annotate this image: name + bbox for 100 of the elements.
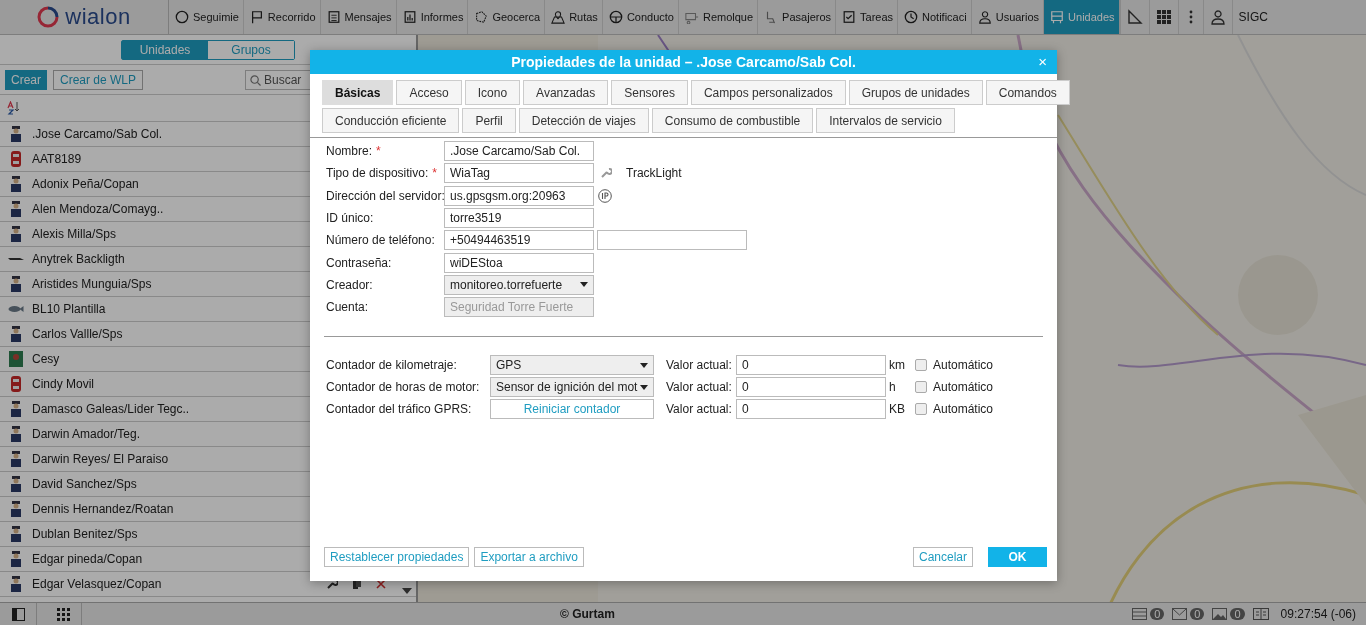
car-icon xyxy=(8,375,24,393)
dialog-tab[interactable]: Comandos xyxy=(985,80,1070,105)
nav-icon xyxy=(175,10,189,24)
dialog-tab[interactable]: Conducción eficiente xyxy=(322,108,460,133)
person-icon xyxy=(8,125,24,143)
count-badge: 0 xyxy=(1150,608,1165,620)
checkbox-label: Automático xyxy=(933,380,994,395)
dialog-tab[interactable]: Intervalos de servicio xyxy=(816,108,955,133)
device-type-text: TrackLight xyxy=(626,166,682,181)
input-field[interactable]: wiDEStoa xyxy=(444,252,594,273)
caret-icon xyxy=(580,282,588,288)
dialog-tab[interactable]: Sensores xyxy=(611,80,688,105)
dialog-tab[interactable]: Avanzadas xyxy=(523,80,609,105)
log-icon[interactable] xyxy=(1252,608,1269,620)
database-icon[interactable] xyxy=(1132,608,1148,620)
dialog-tab[interactable]: Perfil xyxy=(462,108,516,133)
user-name[interactable]: SIGC xyxy=(1231,0,1274,34)
sort-icon[interactable] xyxy=(7,101,21,115)
search-icon xyxy=(250,74,261,86)
nav-icon xyxy=(842,10,857,24)
counter-select[interactable]: Sensor de ignición del mot xyxy=(490,377,654,398)
delete-icon[interactable] xyxy=(376,579,386,589)
unit-label: h xyxy=(889,380,897,395)
input-field[interactable]: torre3519 xyxy=(444,208,594,229)
nav-tab[interactable]: Pasajeros xyxy=(758,0,837,34)
wrench-icon[interactable] xyxy=(326,578,338,590)
count-badge: 0 xyxy=(1190,608,1205,620)
checkbox[interactable] xyxy=(915,381,927,394)
ip-icon[interactable] xyxy=(598,188,612,203)
dialog-title: Propiedades de la unidad – .Jose Carcamo/Sab Col. xyxy=(511,54,856,70)
nav-tab[interactable]: Recorrido xyxy=(243,0,321,34)
value-label: Valor actual: xyxy=(666,358,733,373)
nav-tab[interactable]: Informes xyxy=(396,0,469,34)
input-field[interactable]: 0 xyxy=(736,399,886,420)
input-field[interactable]: 0 xyxy=(736,355,886,376)
nav-tab[interactable]: Conducto xyxy=(602,0,679,34)
dialog-tab[interactable]: Acceso xyxy=(396,80,462,105)
nav-icon xyxy=(249,10,264,24)
nav-tab[interactable]: Seguimie xyxy=(169,0,244,34)
nav-icon xyxy=(977,10,992,24)
field-label: Nombre: xyxy=(326,144,372,159)
input-field[interactable] xyxy=(597,230,747,251)
input-field[interactable]: WiaTag xyxy=(444,163,594,184)
nav-icon xyxy=(474,10,489,24)
person-icon xyxy=(8,475,24,493)
checkbox[interactable] xyxy=(915,403,927,416)
required-mark: * xyxy=(432,166,437,181)
dialog-tab[interactable]: Detección de viajes xyxy=(518,108,649,133)
caret-icon[interactable] xyxy=(402,588,412,594)
unit-label: KB xyxy=(889,402,906,417)
person-icon xyxy=(8,200,24,218)
nav-tab[interactable]: Notificaci xyxy=(898,0,972,34)
nav-icon xyxy=(904,10,919,24)
input-field[interactable]: us.gpsgsm.org:20963 xyxy=(444,185,594,206)
person-icon xyxy=(8,425,24,443)
input-field[interactable]: 0 xyxy=(736,377,886,398)
nav-icon xyxy=(402,10,417,24)
nav-tab[interactable]: Rutas xyxy=(545,0,603,34)
person-icon xyxy=(8,175,24,193)
counter-select[interactable]: GPS xyxy=(490,355,654,376)
input-field[interactable]: +50494463519 xyxy=(444,230,594,251)
copyright-text: © Gurtam xyxy=(560,607,615,621)
nav-icon xyxy=(326,10,341,24)
clock-time: 09:27:54 (-06) xyxy=(1280,607,1356,621)
required-mark: * xyxy=(376,144,381,159)
person-icon xyxy=(8,400,24,418)
count-badge: 0 xyxy=(1230,608,1245,620)
creator-select[interactable]: monitoreo.torrefuerte xyxy=(444,274,594,295)
field-label: Contraseña: xyxy=(326,255,392,270)
checkbox-label: Automático xyxy=(933,358,994,373)
value-label: Valor actual: xyxy=(666,380,733,395)
nav-icon xyxy=(551,10,566,24)
nav-tab[interactable]: Tareas xyxy=(836,0,899,34)
mail-icon[interactable] xyxy=(1172,608,1188,620)
dialog-tab[interactable]: Básicas xyxy=(322,80,394,105)
nav-tab[interactable]: Remolque xyxy=(678,0,759,34)
image-icon[interactable] xyxy=(1212,608,1228,620)
person-icon xyxy=(8,550,24,568)
car-icon xyxy=(8,150,24,168)
field-label: Creador: xyxy=(326,277,373,292)
person-icon xyxy=(8,225,24,243)
wialon-logo[interactable]: wialon xyxy=(0,0,169,34)
dialog-tab[interactable]: Consumo de combustible xyxy=(651,108,814,133)
avatar-icon xyxy=(8,350,24,368)
person-icon xyxy=(8,325,24,343)
dialog-tab[interactable]: Campos personalizados xyxy=(690,80,846,105)
person-icon xyxy=(8,525,24,543)
person-icon xyxy=(8,575,24,593)
input-field[interactable]: .Jose Carcamo/Sab Col. xyxy=(444,141,594,162)
nav-tab[interactable]: Mensajes xyxy=(320,0,397,34)
checkbox[interactable] xyxy=(915,359,927,372)
unit-label: km xyxy=(889,358,906,373)
dialog-tab[interactable]: Grupos de unidades xyxy=(848,80,983,105)
caret-icon xyxy=(640,362,648,368)
field-label: Cuenta: xyxy=(326,300,369,315)
nav-tab[interactable]: Geocerca xyxy=(468,0,546,34)
person-icon xyxy=(8,275,24,293)
value-label: Valor actual: xyxy=(666,402,733,417)
dialog-tab[interactable]: Icono xyxy=(464,80,521,105)
person-icon xyxy=(8,450,24,468)
